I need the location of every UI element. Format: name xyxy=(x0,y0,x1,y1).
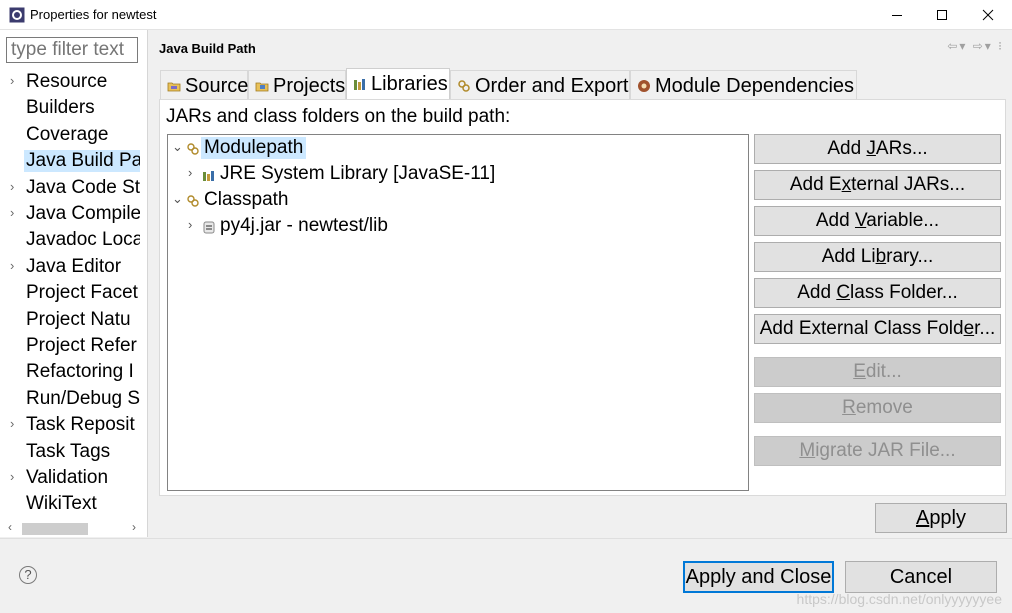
add-library-button[interactable]: Add Library... xyxy=(754,242,1001,272)
migrate-jar-file-button[interactable]: Migrate JAR File... xyxy=(754,436,1001,466)
tab-module-dependencies[interactable]: Module Dependencies xyxy=(630,70,857,100)
nav-item-label: Java Editor xyxy=(26,255,122,277)
close-icon xyxy=(982,9,994,21)
tab-libraries[interactable]: Libraries xyxy=(346,68,450,100)
minimize-button[interactable] xyxy=(874,0,920,30)
libraries-heading: JARs and class folders on the build path… xyxy=(166,106,511,127)
tab-source[interactable]: Source xyxy=(160,70,248,100)
nav-item-label: Coverage xyxy=(26,123,109,145)
expand-chevron-icon[interactable]: › xyxy=(10,73,14,88)
nav-item[interactable]: › Task Reposit xyxy=(0,412,140,438)
expanded-chevron-icon[interactable]: ⌄ xyxy=(172,191,183,207)
page-header: Java Build Path ⇦▾ ⇨▾ ⁝ xyxy=(149,30,1012,66)
expand-chevron-icon[interactable]: › xyxy=(10,258,14,273)
modulepath-icon xyxy=(187,143,199,155)
nav-item[interactable]: › Java Editor xyxy=(0,254,140,280)
library-icon xyxy=(203,171,214,181)
nav-item-label: Task Reposit xyxy=(26,414,135,436)
forward-icon[interactable]: ⇨▾ xyxy=(973,39,993,53)
source-folder-icon xyxy=(167,82,181,92)
edit-button[interactable]: Edit... xyxy=(754,357,1001,387)
module-dependencies-icon xyxy=(638,80,650,92)
nav-item[interactable]: Refactoring I xyxy=(0,359,140,385)
back-icon[interactable]: ⇦▾ xyxy=(947,39,967,53)
add-class-folder-button[interactable]: Add Class Folder... xyxy=(754,278,1001,308)
classpath-icon xyxy=(187,195,199,207)
add-jars-button[interactable]: Add JARs... xyxy=(754,134,1001,164)
nav-item-label: Refactoring I xyxy=(26,361,134,383)
scroll-right-icon[interactable]: › xyxy=(132,520,136,534)
left-navigation-pane: › Resource Builders Coverage Java Build Pa › J… xyxy=(0,30,148,537)
expand-chevron-icon[interactable]: › xyxy=(10,469,14,484)
nav-item[interactable]: › Java Compile xyxy=(0,201,140,227)
nav-item[interactable]: Java Build Pa xyxy=(0,148,140,174)
nav-item-label: Validation xyxy=(26,467,109,488)
help-icon[interactable]: ? xyxy=(19,566,37,584)
title-bar: Properties for newtest xyxy=(0,0,1012,30)
nav-item-label: Resource xyxy=(26,71,108,92)
add-external-jars-button[interactable]: Add External JARs... xyxy=(754,170,1001,200)
dialog-footer: ? Apply and Close Cancel https://blog.cs… xyxy=(0,538,1012,613)
nav-item[interactable]: › Resource xyxy=(0,69,140,95)
nav-item[interactable]: Builders xyxy=(0,95,140,121)
expand-chevron-icon[interactable]: › xyxy=(10,416,14,431)
eclipse-app-icon xyxy=(9,7,25,23)
expand-chevron-icon[interactable]: › xyxy=(10,205,14,220)
nav-item-label: Builders xyxy=(26,97,95,119)
expand-chevron-icon[interactable]: › xyxy=(10,179,14,194)
libraries-panel: JARs and class folders on the build path… xyxy=(159,99,1006,496)
view-menu-icon[interactable]: ⁝ xyxy=(998,39,1004,53)
window-title: Properties for newtest xyxy=(30,7,157,22)
jar-icon xyxy=(203,221,215,234)
build-path-tree[interactable]: ⌄ Modulepath › JRE System Library [JavaS… xyxy=(167,134,749,491)
projects-icon xyxy=(255,82,269,92)
remove-button[interactable]: Remove xyxy=(754,393,1001,423)
nav-item-label: Java Build Pa xyxy=(24,150,140,173)
property-page-tree: › Resource Builders Coverage Java Build Pa › J… xyxy=(0,69,140,511)
nav-item-label: Java Code St xyxy=(26,176,140,198)
order-export-icon xyxy=(458,80,470,92)
scrollbar-thumb[interactable] xyxy=(22,523,88,535)
nav-item-label: WikiText xyxy=(26,493,97,511)
nav-item[interactable]: Project Refer xyxy=(0,333,140,359)
nav-item[interactable]: Project Natu xyxy=(0,307,140,333)
libraries-icon xyxy=(354,79,365,90)
nav-item[interactable]: Javadoc Loca xyxy=(0,227,140,253)
nav-item-label: Project Refer xyxy=(26,335,137,356)
tab-order-and-export[interactable]: Order and Export xyxy=(450,70,630,100)
page-title: Java Build Path xyxy=(159,41,256,56)
nav-item-label: Task Tags xyxy=(26,440,111,462)
nav-item[interactable]: WikiText xyxy=(0,491,140,511)
nav-item[interactable]: Task Tags xyxy=(0,439,140,465)
nav-item-label: Run/Debug S xyxy=(26,387,140,409)
apply-and-close-button[interactable]: Apply and Close xyxy=(683,561,834,593)
apply-button[interactable]: Apply xyxy=(875,503,1007,533)
nav-item-label: Java Compile xyxy=(26,203,140,224)
nav-item[interactable]: › Validation xyxy=(0,465,140,491)
nav-item[interactable]: Project Facet xyxy=(0,280,140,306)
add-external-class-folder-button[interactable]: Add External Class Folder... xyxy=(754,314,1001,344)
collapsed-chevron-icon[interactable]: › xyxy=(188,217,192,232)
expanded-chevron-icon[interactable]: ⌄ xyxy=(172,139,183,155)
filter-input[interactable] xyxy=(6,37,138,63)
scroll-left-icon[interactable]: ‹ xyxy=(8,520,12,534)
add-variable-button[interactable]: Add Variable... xyxy=(754,206,1001,236)
tab-projects[interactable]: Projects xyxy=(248,70,346,100)
tab-strip: Source Projects Libraries Order and Expo… xyxy=(160,68,1000,100)
maximize-icon xyxy=(937,10,947,20)
nav-item-label: Project Facet xyxy=(26,282,138,304)
nav-item-label: Javadoc Loca xyxy=(26,229,140,251)
collapsed-chevron-icon[interactable]: › xyxy=(188,165,192,180)
nav-item[interactable]: Coverage xyxy=(0,122,140,148)
watermark: https://blog.csdn.net/onlyyyyyyee xyxy=(796,591,1002,607)
minimize-icon xyxy=(892,15,902,16)
nav-item-label: Project Natu xyxy=(26,308,131,330)
nav-item[interactable]: Run/Debug S xyxy=(0,386,140,412)
horizontal-scrollbar[interactable]: ‹ › xyxy=(6,520,139,537)
history-nav[interactable]: ⇦▾ ⇨▾ ⁝ xyxy=(947,39,1004,53)
close-button[interactable] xyxy=(965,0,1011,30)
nav-item[interactable]: › Java Code St xyxy=(0,175,140,201)
maximize-button[interactable] xyxy=(919,0,965,30)
cancel-button[interactable]: Cancel xyxy=(845,561,997,593)
